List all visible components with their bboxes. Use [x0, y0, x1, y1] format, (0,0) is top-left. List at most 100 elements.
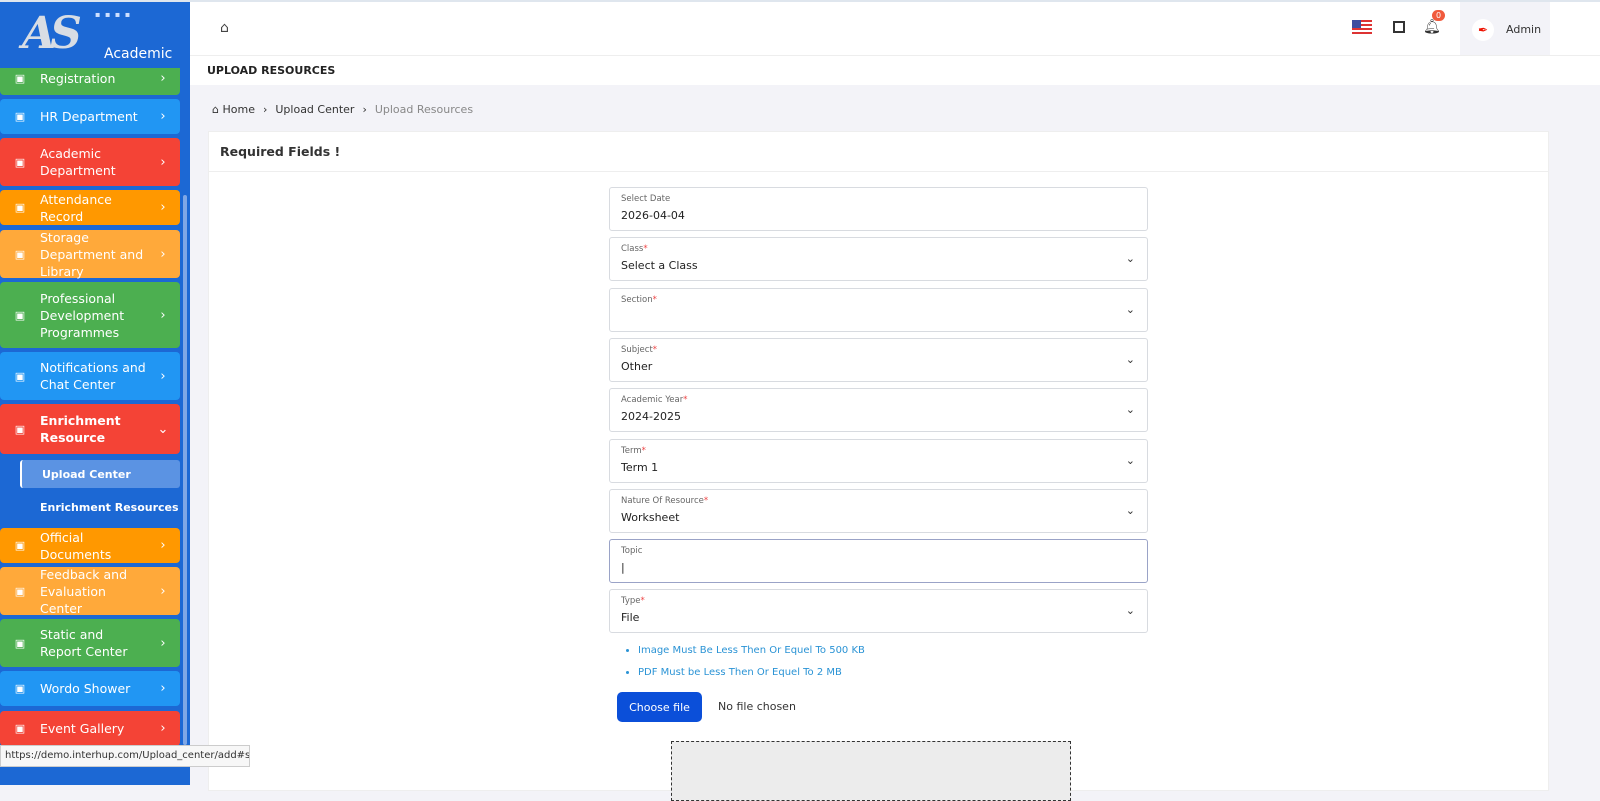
chevron-right-icon: › — [160, 368, 166, 384]
upload-form-card: Required Fields ! Select Date 2026-04-04 C… — [208, 131, 1549, 801]
chevron-down-icon: ⌄ — [1125, 302, 1135, 316]
field-value: 2026-04-04 — [621, 209, 685, 222]
graduation-cap-icon: ▣ — [14, 155, 26, 169]
breadcrumb-home[interactable]: ⌂ Home — [212, 103, 255, 116]
chevron-right-icon: › — [160, 154, 166, 170]
document-icon: ▣ — [14, 539, 26, 552]
chevron-right-icon: › — [160, 583, 166, 599]
chevron-down-icon: ⌄ — [1125, 503, 1135, 517]
term-select[interactable]: Term* Term 1 ⌄ — [609, 438, 1148, 483]
sidebar-item-official-documents[interactable]: ▣ Official Documents › — [0, 528, 180, 563]
calendar-icon: ▣ — [14, 247, 26, 261]
sidebar-item-event-gallery[interactable]: ▣ Event Gallery › — [0, 711, 180, 746]
chevron-down-icon: ⌄ — [1125, 352, 1135, 366]
topic-input[interactable]: Topic | — [609, 539, 1148, 584]
sidebar-item-wordo-shower[interactable]: ▣ Wordo Shower › — [0, 671, 180, 706]
breadcrumb-separator: › — [362, 103, 367, 116]
user-name: Admin — [1506, 23, 1542, 36]
document-icon: ▣ — [14, 584, 26, 598]
sidebar-item-label: Wordo Shower — [40, 681, 131, 696]
note-pdf-size: PDF Must be Less Then Or Equel To 2 MB — [638, 662, 865, 684]
field-value: Other — [621, 359, 653, 373]
sidebar-subitem-enrichment-resources[interactable]: Enrichment Resources — [20, 494, 180, 520]
sidebar-item-notifications-and-chat-center[interactable]: ▣ Notifications and Chat Center › — [0, 352, 180, 400]
breadcrumb-separator: › — [262, 103, 268, 116]
home-icon[interactable]: ⌂ — [220, 20, 229, 36]
sidebar-item-label: Static and Report Center — [40, 627, 128, 659]
chevron-right-icon: › — [160, 200, 166, 215]
sidebar-item-hr-department[interactable]: ▣ HR Department › — [0, 99, 180, 134]
field-label: Nature Of Resource* — [621, 495, 709, 506]
field-label: Select Date — [621, 194, 671, 204]
sidebar-item-static-and-report-center[interactable]: ▣ Static and Report Center › — [0, 619, 180, 667]
fullscreen-icon[interactable] — [1393, 21, 1405, 33]
sidebar-subitem-label: Enrichment Resources — [40, 500, 179, 514]
note-image-size: Image Must Be Less Then Or Equel To 500 … — [638, 640, 865, 662]
logo[interactable]: ▪ ▪ ▪ ▪ AS Academic — [0, 0, 190, 68]
sidebar: ▪ ▪ ▪ ▪ AS Academic ▣ Registration › ▣ HR De… — [0, 0, 190, 785]
logo-dots: ▪ ▪ ▪ ▪ — [95, 10, 132, 19]
subject-select[interactable]: Subject* Other ⌄ — [609, 337, 1148, 382]
breadcrumb-upload-center[interactable]: Upload Center — [275, 103, 354, 116]
chevron-right-icon: › — [160, 681, 166, 696]
field-label: Class* — [621, 244, 648, 255]
sidebar-item-attendance-record[interactable]: ▣ Attendance Record › — [0, 190, 180, 225]
logo-mark: AS — [22, 8, 82, 59]
sidebar-subitem-upload-center[interactable]: Upload Center — [20, 460, 180, 488]
field-label: Type* — [621, 596, 645, 607]
user-circle-icon: ▣ — [14, 110, 26, 123]
status-bar-url: https://demo.interhup.com/Upload_center/… — [0, 745, 250, 767]
field-label: Section* — [621, 294, 657, 305]
select-date-input[interactable]: Select Date 2026-04-04 — [609, 187, 1148, 231]
sidebar-item-professional-development-programmes[interactable]: ▣ Professional Development Programmes › — [0, 282, 180, 348]
field-label: Term* — [621, 445, 646, 456]
sidebar-item-label: Event Gallery — [40, 721, 125, 736]
registration-icon: ▣ — [14, 72, 26, 85]
field-value: Select a Class — [621, 259, 698, 273]
field-value: 2024-2025 — [621, 410, 681, 424]
breadcrumb-current: Upload Resources — [374, 103, 474, 116]
sidebar-item-label: Registration — [40, 71, 116, 86]
chevron-right-icon: › — [160, 109, 166, 124]
choose-file-button[interactable]: Choose file — [617, 692, 702, 722]
field-label: Academic Year* — [621, 395, 688, 406]
bell-icon[interactable]: 🔔︎ — [1423, 19, 1441, 35]
nature-of-resource-select[interactable]: Nature Of Resource* Worksheet ⌄ — [609, 488, 1148, 533]
sidebar-item-label: Official Documents — [40, 529, 112, 562]
top-bar: ⌂ 🔔︎ 0 ✒ Admin — [190, 0, 1600, 57]
document-icon: ▣ — [14, 682, 26, 695]
field-label: Topic — [621, 546, 643, 557]
sidebar-item-feedback-and-evaluation-center[interactable]: ▣ Feedback and Evaluation Center › — [0, 566, 180, 616]
sidebar-item-label: Enrichment Resource — [40, 413, 121, 445]
chevron-down-icon: ⌄ — [1125, 403, 1135, 417]
sidebar-scrollbar[interactable] — [183, 195, 187, 745]
user-menu[interactable]: ✒ Admin — [1460, 2, 1550, 57]
class-select[interactable]: Class* Select a Class ⌄ — [609, 237, 1148, 282]
type-select[interactable]: Type* File ⌄ — [609, 589, 1148, 634]
page-title: UPLOAD RESOURCES — [190, 55, 1600, 85]
book-open-icon: ▣ — [14, 422, 26, 436]
breadcrumb-home-label: Home — [222, 103, 255, 116]
sidebar-item-label: Feedback and Evaluation Center — [40, 566, 128, 616]
newspaper-icon: ▣ — [14, 308, 26, 322]
breadcrumb: ⌂ Home › Upload Center › Upload Resource… — [212, 103, 473, 116]
field-value: File — [621, 611, 640, 625]
chevron-right-icon: › — [160, 721, 166, 736]
sidebar-item-academic-department[interactable]: ▣ Academic Department › — [0, 138, 180, 186]
field-label: Subject* — [621, 344, 658, 355]
us-flag-icon[interactable] — [1352, 20, 1372, 36]
field-value: | — [621, 561, 625, 575]
document-icon: ▣ — [14, 636, 26, 650]
chevron-down-icon: ⌄ — [1125, 604, 1135, 618]
sidebar-item-enrichment-resource[interactable]: ▣ Enrichment Resource ⌄ — [0, 404, 180, 454]
section-select[interactable]: Section* ⌄ — [609, 287, 1148, 332]
chevron-down-icon: ⌄ — [1125, 252, 1135, 266]
sidebar-item-label: Attendance Record — [40, 191, 112, 224]
card-title: Required Fields ! — [209, 132, 1548, 172]
file-preview-area[interactable] — [671, 741, 1071, 801]
sidebar-item-storage-department-and-library[interactable]: ▣ Storage Department and Library › — [0, 230, 180, 279]
notification-badge: 0 — [1432, 10, 1446, 21]
academic-year-select[interactable]: Academic Year* 2024-2025 ⌄ — [609, 388, 1148, 433]
document-icon: ▣ — [14, 722, 26, 735]
chevron-down-icon: ⌄ — [1125, 453, 1135, 467]
